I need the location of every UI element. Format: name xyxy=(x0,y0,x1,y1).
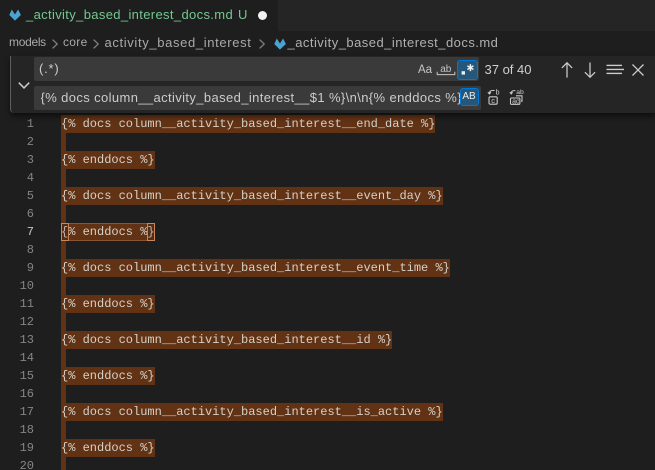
svg-text:ac: ac xyxy=(512,98,520,105)
svg-text:ab: ab xyxy=(440,64,452,75)
svg-text:b: b xyxy=(496,89,500,96)
svg-text:c: c xyxy=(491,95,495,104)
svg-text:ab: ab xyxy=(516,89,524,96)
